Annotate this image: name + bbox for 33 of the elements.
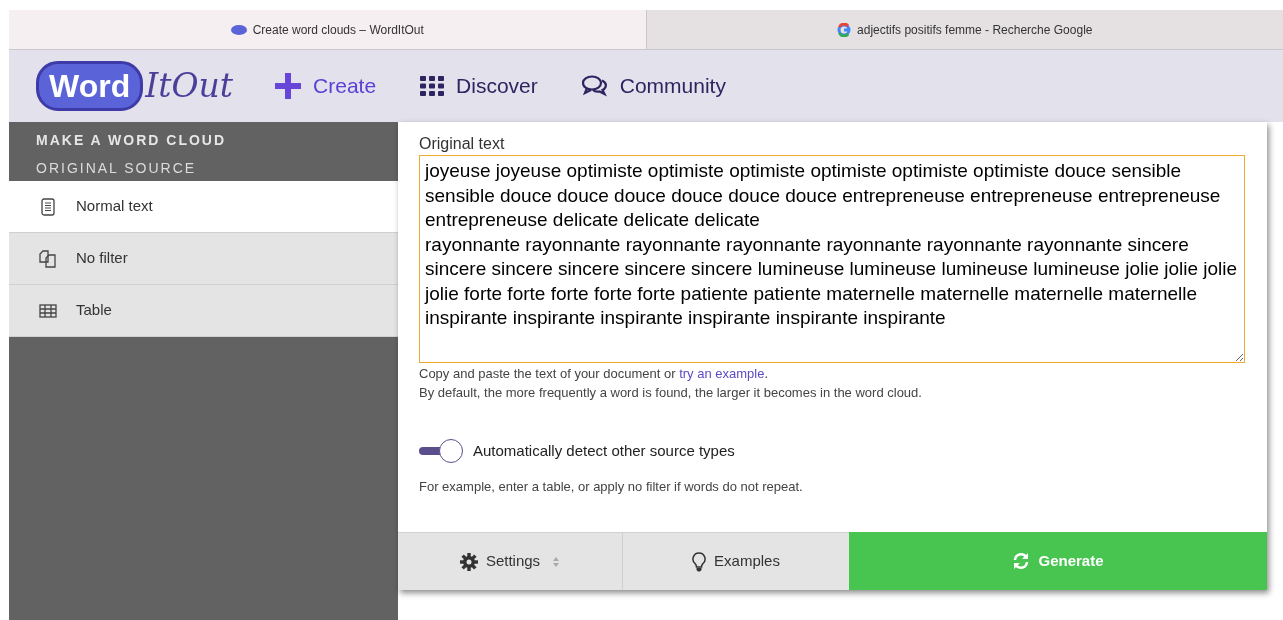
text-area[interactable]: joyeuse joyeuse optimiste optimiste optimiste optimiste optimiste optimiste douce sensible sensible douce douce douce douce douce douce entrepreneuse entrepreneuse entrepreneuse entrepreneuse delicate delicate delicate rayonnante rayonnante rayonnante rayonnante rayonnante rayonnante rayonnante sincere sincere sincere sincere sincere sincere lumineuse lumineuse lumineuse lumineuse jolie jolie jolie jolie forte forte forte forte forte patiente patiente maternelle maternelle maternelle maternelle inspirante inspirante inspirante inspirante inspirante inspirante: [419, 155, 1245, 363]
logo-icon: [230, 24, 247, 35]
browser-tab[interactable]: adjectifs positifs femme - Recherche Google: [645, 10, 1283, 49]
settings-button[interactable]: Settings: [398, 532, 623, 590]
help-text: By default, the more frequently a word is found, the larger it becomes in the word cloud.: [419, 384, 923, 402]
sort-icon: [552, 555, 561, 568]
grid-icon: [420, 76, 445, 96]
table-icon: [39, 303, 57, 318]
help-text: Copy and paste the text of your document or try an example.: [419, 365, 770, 383]
logo-text[interactable]: ItOut: [145, 61, 234, 111]
nav-link[interactable]: Community: [581, 70, 726, 102]
source-option[interactable]: No filter: [9, 233, 398, 285]
hint-text: For example, enter a table, or apply no filter if words do not repeat.: [419, 478, 804, 496]
settings-icon: [459, 552, 478, 571]
sidebar-subtitle: ORIGINAL SOURCE: [35, 159, 198, 178]
lightbulb-icon: [692, 551, 707, 572]
field-label: Original text: [419, 134, 506, 154]
source-option[interactable]: Table: [9, 285, 398, 337]
sidebar-title: MAKE A WORD CLOUD: [35, 131, 228, 148]
copy-icon: [39, 249, 57, 268]
toggle-label: Automatically detect other source types: [473, 440, 735, 461]
examples-button[interactable]: Examples: [623, 532, 849, 590]
nav-link[interactable]: Discover: [420, 70, 538, 102]
refresh-icon: [1012, 552, 1031, 570]
logo-badge[interactable]: Word: [36, 61, 144, 111]
nav-link[interactable]: Create: [275, 70, 377, 102]
document-icon: [41, 197, 55, 216]
source-option[interactable]: Normal text: [9, 181, 398, 233]
toggle-switch[interactable]: [419, 439, 463, 463]
browser-tab[interactable]: Create word clouds – WordItOut: [9, 10, 646, 49]
plus-icon: [275, 73, 302, 99]
google-icon: [837, 22, 852, 37]
chat-icon: [581, 75, 608, 97]
